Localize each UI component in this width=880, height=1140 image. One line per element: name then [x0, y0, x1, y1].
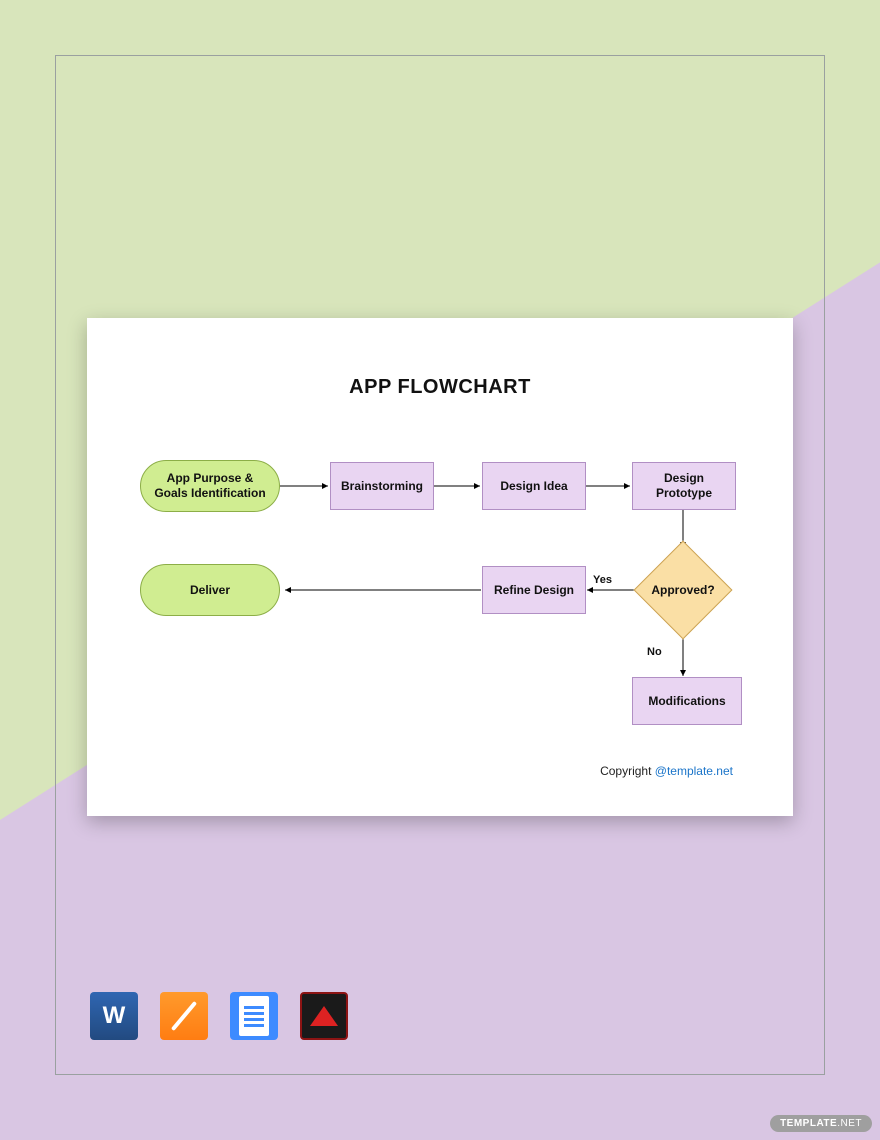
watermark-badge: TEMPLATE.NET [770, 1115, 872, 1132]
word-icon[interactable] [90, 992, 138, 1040]
format-icons-row [90, 992, 348, 1040]
node-modifications: Modifications [632, 677, 742, 725]
pages-icon[interactable] [160, 992, 208, 1040]
node-refine-design: Refine Design [482, 566, 586, 614]
watermark-brand: TEMPLATE [780, 1118, 837, 1129]
node-design-idea: Design Idea [482, 462, 586, 510]
edge-label-no: No [647, 646, 662, 658]
pdf-icon[interactable] [300, 992, 348, 1040]
node-start: App Purpose & Goals Identification [140, 460, 280, 512]
copyright-line: Copyright @template.net [600, 764, 733, 778]
edge-label-yes: Yes [593, 574, 612, 586]
node-design-prototype: Design Prototype [632, 462, 736, 510]
copyright-link[interactable]: @template.net [655, 764, 733, 778]
google-docs-icon[interactable] [230, 992, 278, 1040]
node-approved-decision: Approved? [635, 542, 731, 638]
copyright-prefix: Copyright [600, 764, 655, 778]
flowchart-card: APP FLOWCHART App Purpose & Goals Identi… [87, 318, 793, 816]
flowchart-title: APP FLOWCHART [87, 376, 793, 399]
node-approved-label: Approved? [651, 583, 714, 597]
watermark-tld: .NET [837, 1118, 862, 1129]
node-deliver: Deliver [140, 564, 280, 616]
node-brainstorming: Brainstorming [330, 462, 434, 510]
